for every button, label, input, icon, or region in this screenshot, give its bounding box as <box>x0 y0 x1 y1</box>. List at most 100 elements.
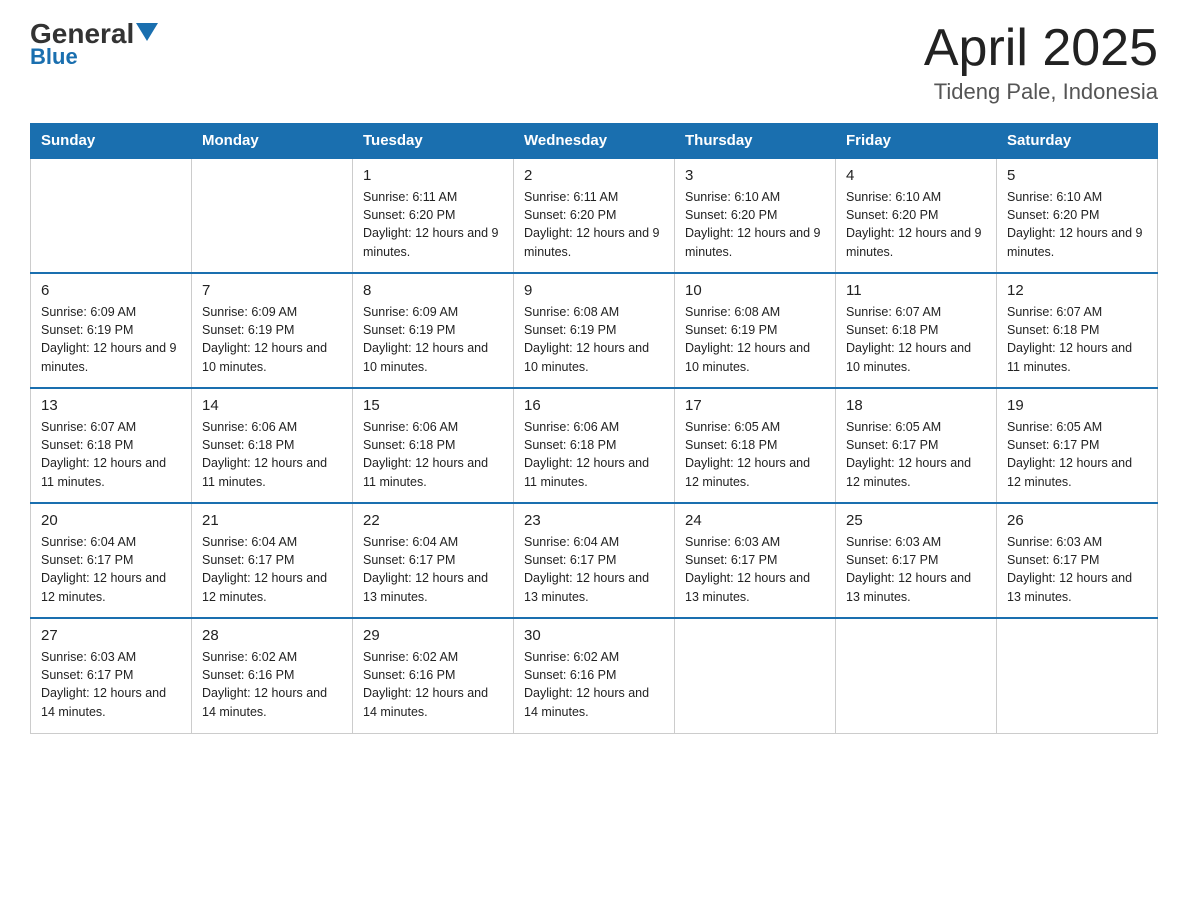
day-number: 26 <box>1007 512 1147 529</box>
calendar-cell: 3 Sunrise: 6:10 AM Sunset: 6:20 PM Dayli… <box>675 158 836 273</box>
col-thursday: Thursday <box>675 124 836 159</box>
day-info: Sunrise: 6:08 AM Sunset: 6:19 PM Dayligh… <box>524 303 664 376</box>
day-number: 19 <box>1007 397 1147 414</box>
day-number: 13 <box>41 397 181 414</box>
calendar-cell: 22 Sunrise: 6:04 AM Sunset: 6:17 PM Dayl… <box>353 503 514 618</box>
day-info: Sunrise: 6:08 AM Sunset: 6:19 PM Dayligh… <box>685 303 825 376</box>
day-info: Sunrise: 6:05 AM Sunset: 6:17 PM Dayligh… <box>1007 418 1147 491</box>
calendar-cell: 30 Sunrise: 6:02 AM Sunset: 6:16 PM Dayl… <box>514 618 675 733</box>
day-number: 11 <box>846 282 986 299</box>
day-info: Sunrise: 6:05 AM Sunset: 6:17 PM Dayligh… <box>846 418 986 491</box>
calendar-cell: 29 Sunrise: 6:02 AM Sunset: 6:16 PM Dayl… <box>353 618 514 733</box>
title-section: April 2025 Tideng Pale, Indonesia <box>924 20 1158 105</box>
calendar-cell: 11 Sunrise: 6:07 AM Sunset: 6:18 PM Dayl… <box>836 273 997 388</box>
calendar-cell <box>31 158 192 273</box>
calendar-cell: 9 Sunrise: 6:08 AM Sunset: 6:19 PM Dayli… <box>514 273 675 388</box>
day-info: Sunrise: 6:10 AM Sunset: 6:20 PM Dayligh… <box>846 188 986 261</box>
calendar-cell: 8 Sunrise: 6:09 AM Sunset: 6:19 PM Dayli… <box>353 273 514 388</box>
day-info: Sunrise: 6:06 AM Sunset: 6:18 PM Dayligh… <box>202 418 342 491</box>
page-header: General Blue April 2025 Tideng Pale, Ind… <box>30 20 1158 105</box>
calendar-week-row: 6 Sunrise: 6:09 AM Sunset: 6:19 PM Dayli… <box>31 273 1158 388</box>
calendar-cell: 17 Sunrise: 6:05 AM Sunset: 6:18 PM Dayl… <box>675 388 836 503</box>
calendar-cell: 12 Sunrise: 6:07 AM Sunset: 6:18 PM Dayl… <box>997 273 1158 388</box>
day-info: Sunrise: 6:03 AM Sunset: 6:17 PM Dayligh… <box>41 648 181 721</box>
location-subtitle: Tideng Pale, Indonesia <box>924 79 1158 105</box>
calendar-cell: 23 Sunrise: 6:04 AM Sunset: 6:17 PM Dayl… <box>514 503 675 618</box>
calendar-cell: 2 Sunrise: 6:11 AM Sunset: 6:20 PM Dayli… <box>514 158 675 273</box>
day-number: 12 <box>1007 282 1147 299</box>
day-number: 10 <box>685 282 825 299</box>
day-info: Sunrise: 6:11 AM Sunset: 6:20 PM Dayligh… <box>524 188 664 261</box>
logo: General Blue <box>30 20 158 70</box>
day-info: Sunrise: 6:07 AM Sunset: 6:18 PM Dayligh… <box>846 303 986 376</box>
day-number: 24 <box>685 512 825 529</box>
calendar-cell: 19 Sunrise: 6:05 AM Sunset: 6:17 PM Dayl… <box>997 388 1158 503</box>
calendar-cell: 28 Sunrise: 6:02 AM Sunset: 6:16 PM Dayl… <box>192 618 353 733</box>
calendar-cell: 4 Sunrise: 6:10 AM Sunset: 6:20 PM Dayli… <box>836 158 997 273</box>
calendar-cell: 1 Sunrise: 6:11 AM Sunset: 6:20 PM Dayli… <box>353 158 514 273</box>
day-number: 5 <box>1007 167 1147 184</box>
day-number: 16 <box>524 397 664 414</box>
day-info: Sunrise: 6:10 AM Sunset: 6:20 PM Dayligh… <box>685 188 825 261</box>
day-number: 3 <box>685 167 825 184</box>
day-number: 17 <box>685 397 825 414</box>
day-info: Sunrise: 6:02 AM Sunset: 6:16 PM Dayligh… <box>363 648 503 721</box>
day-info: Sunrise: 6:09 AM Sunset: 6:19 PM Dayligh… <box>363 303 503 376</box>
day-info: Sunrise: 6:04 AM Sunset: 6:17 PM Dayligh… <box>363 533 503 606</box>
calendar-table: Sunday Monday Tuesday Wednesday Thursday… <box>30 123 1158 734</box>
col-saturday: Saturday <box>997 124 1158 159</box>
day-info: Sunrise: 6:03 AM Sunset: 6:17 PM Dayligh… <box>685 533 825 606</box>
calendar-cell: 25 Sunrise: 6:03 AM Sunset: 6:17 PM Dayl… <box>836 503 997 618</box>
month-title: April 2025 <box>924 20 1158 77</box>
calendar-week-row: 1 Sunrise: 6:11 AM Sunset: 6:20 PM Dayli… <box>31 158 1158 273</box>
day-info: Sunrise: 6:05 AM Sunset: 6:18 PM Dayligh… <box>685 418 825 491</box>
calendar-cell: 5 Sunrise: 6:10 AM Sunset: 6:20 PM Dayli… <box>997 158 1158 273</box>
day-number: 18 <box>846 397 986 414</box>
day-number: 30 <box>524 627 664 644</box>
day-number: 6 <box>41 282 181 299</box>
calendar-cell <box>997 618 1158 733</box>
day-info: Sunrise: 6:10 AM Sunset: 6:20 PM Dayligh… <box>1007 188 1147 261</box>
day-number: 2 <box>524 167 664 184</box>
day-number: 7 <box>202 282 342 299</box>
day-number: 22 <box>363 512 503 529</box>
day-info: Sunrise: 6:04 AM Sunset: 6:17 PM Dayligh… <box>202 533 342 606</box>
logo-triangle-icon <box>136 23 158 41</box>
day-info: Sunrise: 6:06 AM Sunset: 6:18 PM Dayligh… <box>524 418 664 491</box>
day-info: Sunrise: 6:09 AM Sunset: 6:19 PM Dayligh… <box>41 303 181 376</box>
day-info: Sunrise: 6:02 AM Sunset: 6:16 PM Dayligh… <box>202 648 342 721</box>
calendar-cell: 16 Sunrise: 6:06 AM Sunset: 6:18 PM Dayl… <box>514 388 675 503</box>
day-info: Sunrise: 6:11 AM Sunset: 6:20 PM Dayligh… <box>363 188 503 261</box>
day-info: Sunrise: 6:02 AM Sunset: 6:16 PM Dayligh… <box>524 648 664 721</box>
col-tuesday: Tuesday <box>353 124 514 159</box>
col-monday: Monday <box>192 124 353 159</box>
day-info: Sunrise: 6:04 AM Sunset: 6:17 PM Dayligh… <box>41 533 181 606</box>
calendar-week-row: 20 Sunrise: 6:04 AM Sunset: 6:17 PM Dayl… <box>31 503 1158 618</box>
day-number: 4 <box>846 167 986 184</box>
day-info: Sunrise: 6:06 AM Sunset: 6:18 PM Dayligh… <box>363 418 503 491</box>
calendar-cell: 13 Sunrise: 6:07 AM Sunset: 6:18 PM Dayl… <box>31 388 192 503</box>
calendar-cell: 24 Sunrise: 6:03 AM Sunset: 6:17 PM Dayl… <box>675 503 836 618</box>
day-number: 15 <box>363 397 503 414</box>
calendar-header-row: Sunday Monday Tuesday Wednesday Thursday… <box>31 124 1158 159</box>
day-info: Sunrise: 6:07 AM Sunset: 6:18 PM Dayligh… <box>1007 303 1147 376</box>
day-number: 28 <box>202 627 342 644</box>
calendar-cell <box>675 618 836 733</box>
col-friday: Friday <box>836 124 997 159</box>
day-number: 20 <box>41 512 181 529</box>
calendar-cell: 18 Sunrise: 6:05 AM Sunset: 6:17 PM Dayl… <box>836 388 997 503</box>
day-number: 21 <box>202 512 342 529</box>
calendar-cell <box>836 618 997 733</box>
calendar-cell: 6 Sunrise: 6:09 AM Sunset: 6:19 PM Dayli… <box>31 273 192 388</box>
day-info: Sunrise: 6:03 AM Sunset: 6:17 PM Dayligh… <box>846 533 986 606</box>
calendar-cell: 20 Sunrise: 6:04 AM Sunset: 6:17 PM Dayl… <box>31 503 192 618</box>
day-number: 14 <box>202 397 342 414</box>
calendar-week-row: 27 Sunrise: 6:03 AM Sunset: 6:17 PM Dayl… <box>31 618 1158 733</box>
day-number: 1 <box>363 167 503 184</box>
col-sunday: Sunday <box>31 124 192 159</box>
col-wednesday: Wednesday <box>514 124 675 159</box>
day-number: 9 <box>524 282 664 299</box>
calendar-week-row: 13 Sunrise: 6:07 AM Sunset: 6:18 PM Dayl… <box>31 388 1158 503</box>
calendar-cell: 21 Sunrise: 6:04 AM Sunset: 6:17 PM Dayl… <box>192 503 353 618</box>
calendar-cell: 27 Sunrise: 6:03 AM Sunset: 6:17 PM Dayl… <box>31 618 192 733</box>
